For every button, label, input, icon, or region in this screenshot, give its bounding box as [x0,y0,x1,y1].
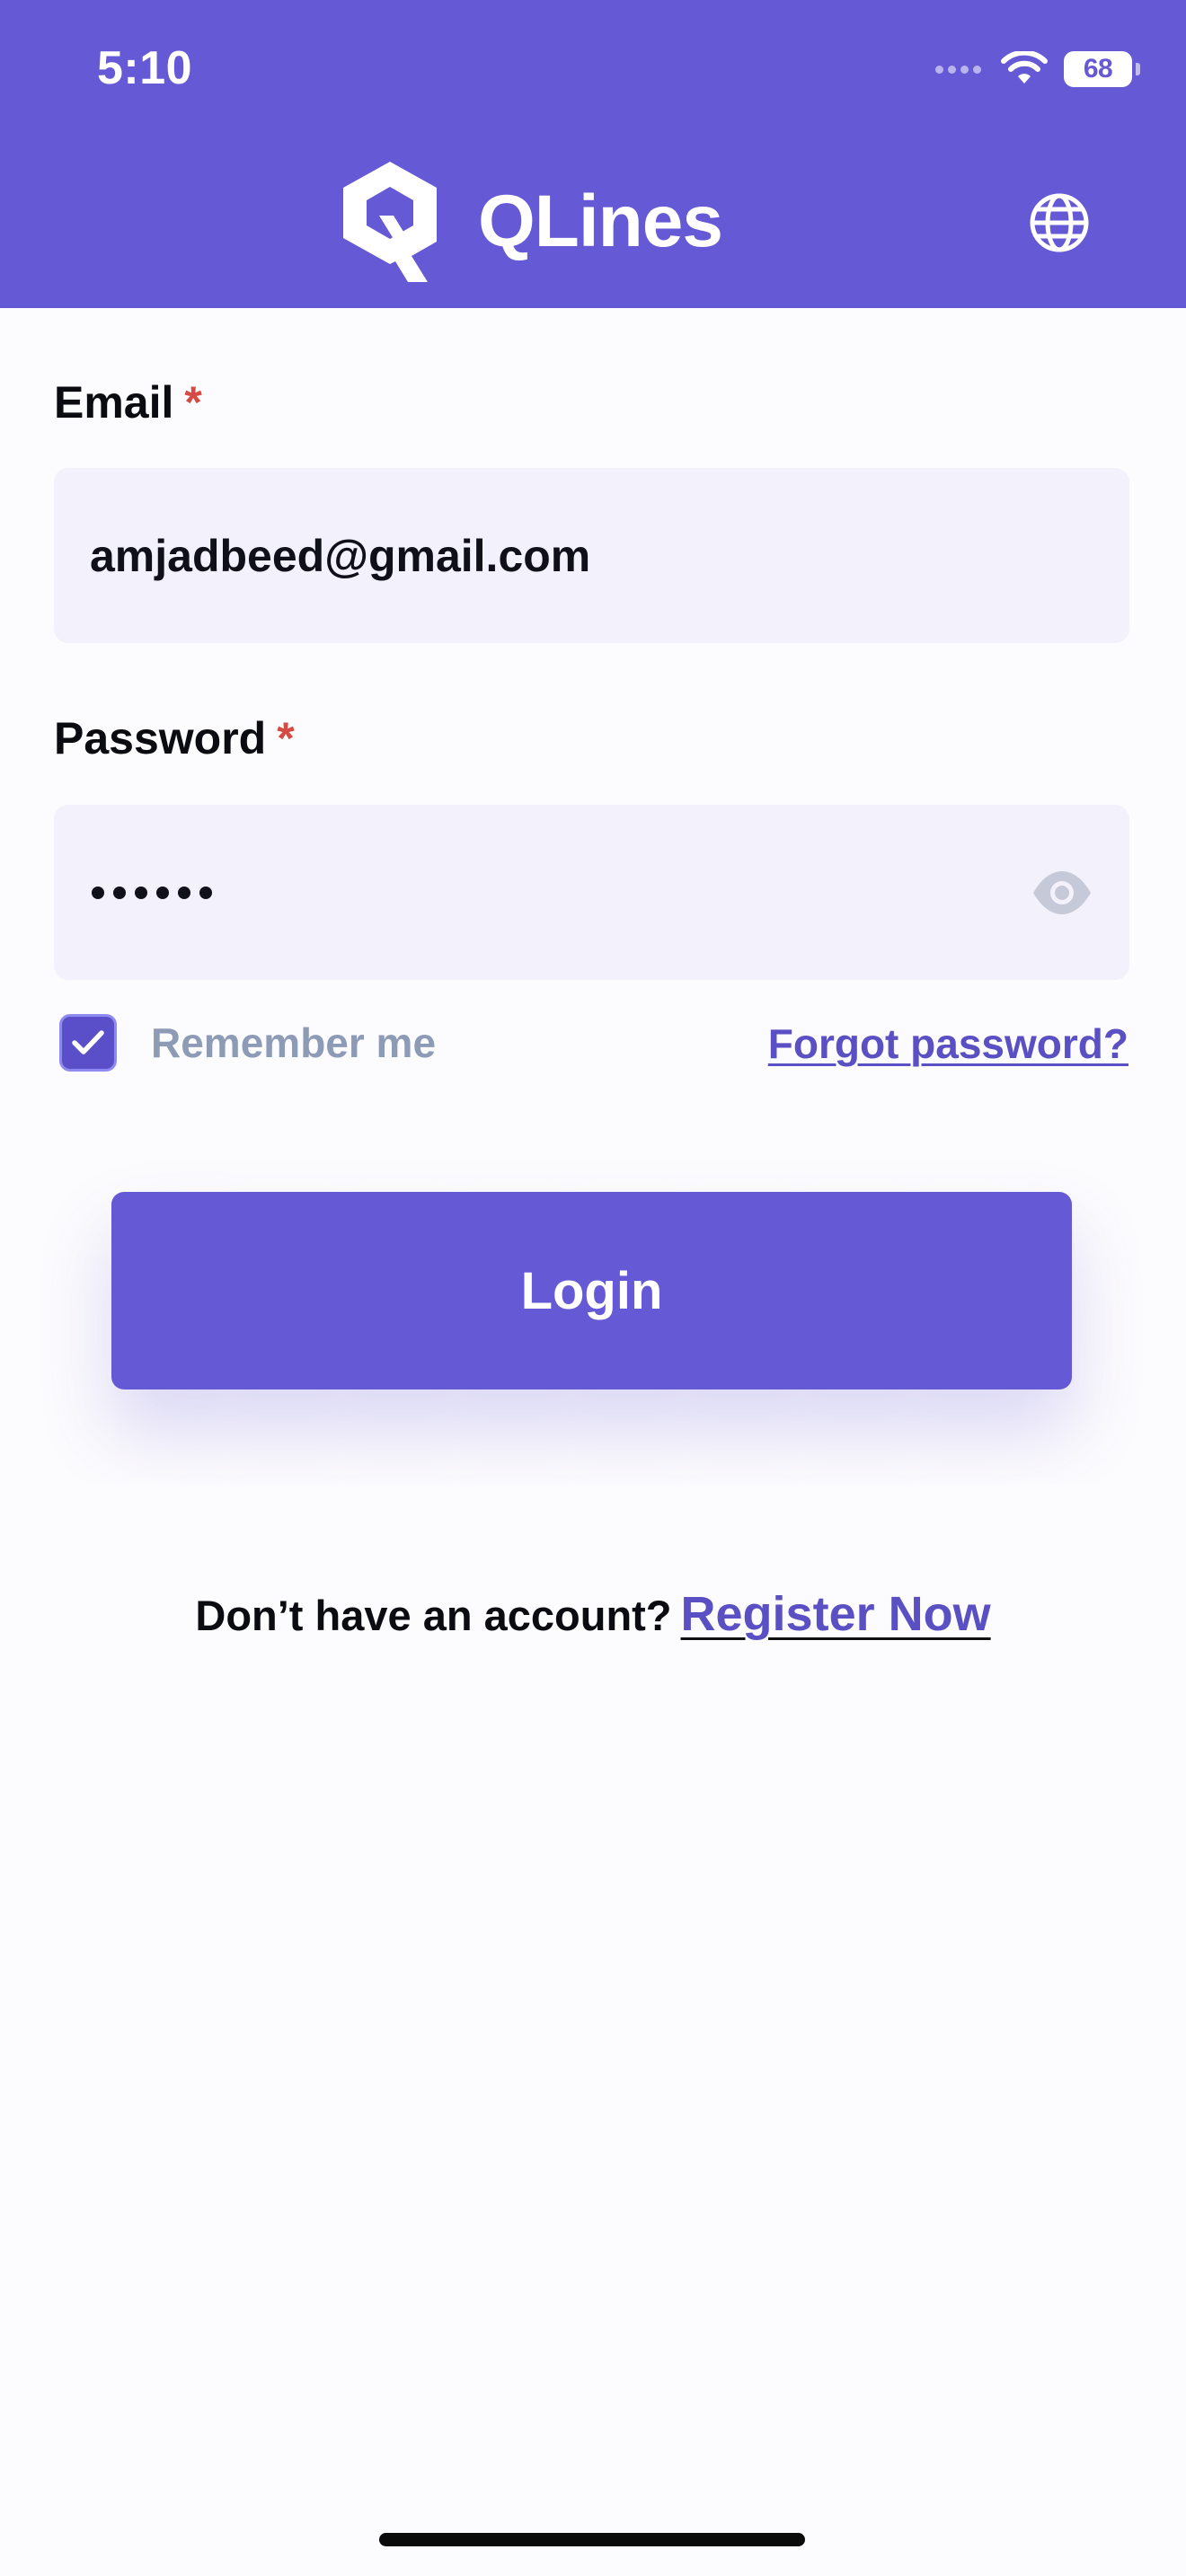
check-icon [72,1030,104,1054]
status-time: 5:10 [97,42,193,94]
battery-icon: 68 [1064,51,1140,87]
app-header: 5:10 68 QLines [0,0,1186,308]
password-label: Password * [54,713,295,763]
remember-me-row: Remember me [59,1013,436,1072]
brand: QLines [340,160,723,284]
eye-icon[interactable] [1031,868,1093,918]
forgot-password-link[interactable]: Forgot password? [768,1017,1128,1071]
battery-level: 68 [1083,54,1113,84]
wifi-icon [1001,51,1048,84]
register-prompt: Don’t have an account? Register Now [0,1583,1186,1658]
email-field[interactable] [90,468,1024,643]
signal-dots-icon [935,65,981,74]
required-mark: * [184,377,202,428]
remember-me-label[interactable]: Remember me [151,1019,436,1067]
qlines-logo-icon [343,162,437,282]
register-prompt-text: Don’t have an account? [195,1592,672,1639]
brand-name: QLines [478,181,723,262]
login-button[interactable]: Login [111,1192,1072,1389]
password-field[interactable] [54,805,1129,980]
required-mark: * [277,713,295,763]
password-masked-value [92,805,212,980]
register-now-link[interactable]: Register Now [681,1587,991,1641]
email-field-box[interactable] [54,468,1129,643]
globe-icon[interactable] [1028,191,1091,254]
status-icons: 68 [935,47,1140,92]
email-label: Email * [54,377,202,428]
home-indicator [379,2533,805,2546]
remember-me-checkbox[interactable] [59,1014,117,1072]
